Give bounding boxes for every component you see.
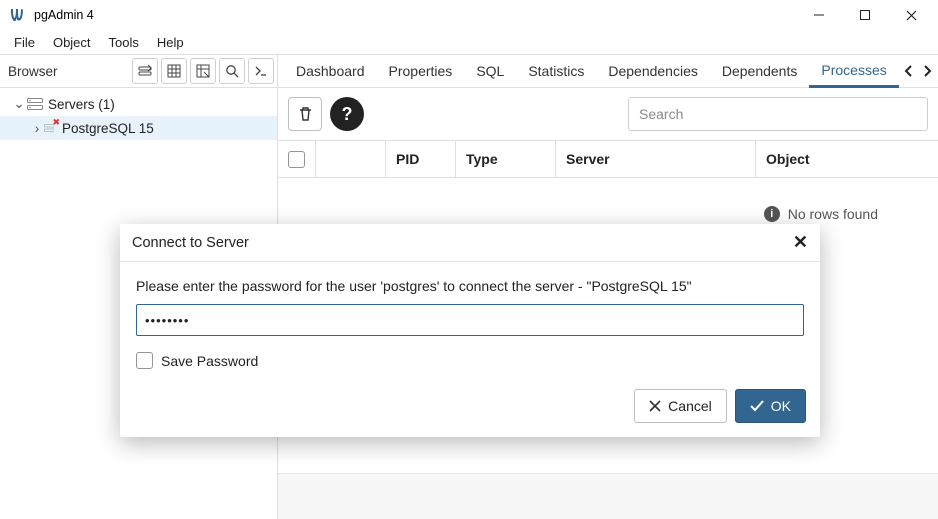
ok-label: OK [771,398,791,414]
menu-bar: File Object Tools Help [0,30,938,54]
app-logo-icon [8,6,26,24]
minimize-button[interactable] [796,0,842,30]
title-bar: pgAdmin 4 [0,0,938,30]
menu-tools[interactable]: Tools [101,33,147,52]
connect-server-dialog: Connect to Server ✕ Please enter the pas… [120,224,820,437]
maximize-button[interactable] [842,0,888,30]
cancel-label: Cancel [668,398,712,414]
close-window-button[interactable] [888,0,934,30]
window-title: pgAdmin 4 [34,8,796,22]
check-icon [750,400,764,412]
ok-button[interactable]: OK [735,389,806,423]
menu-help[interactable]: Help [149,33,192,52]
save-password-label: Save Password [161,353,258,369]
dialog-close-icon[interactable]: ✕ [793,232,808,253]
menu-file[interactable]: File [6,33,43,52]
save-password-checkbox[interactable] [136,352,153,369]
window-controls [796,0,934,30]
password-input[interactable] [136,304,804,336]
modal-backdrop: Connect to Server ✕ Please enter the pas… [0,54,938,519]
cancel-button[interactable]: Cancel [634,389,727,423]
dialog-title: Connect to Server [132,235,793,251]
menu-object[interactable]: Object [45,33,99,52]
close-icon [649,400,661,412]
dialog-message: Please enter the password for the user '… [136,278,804,294]
